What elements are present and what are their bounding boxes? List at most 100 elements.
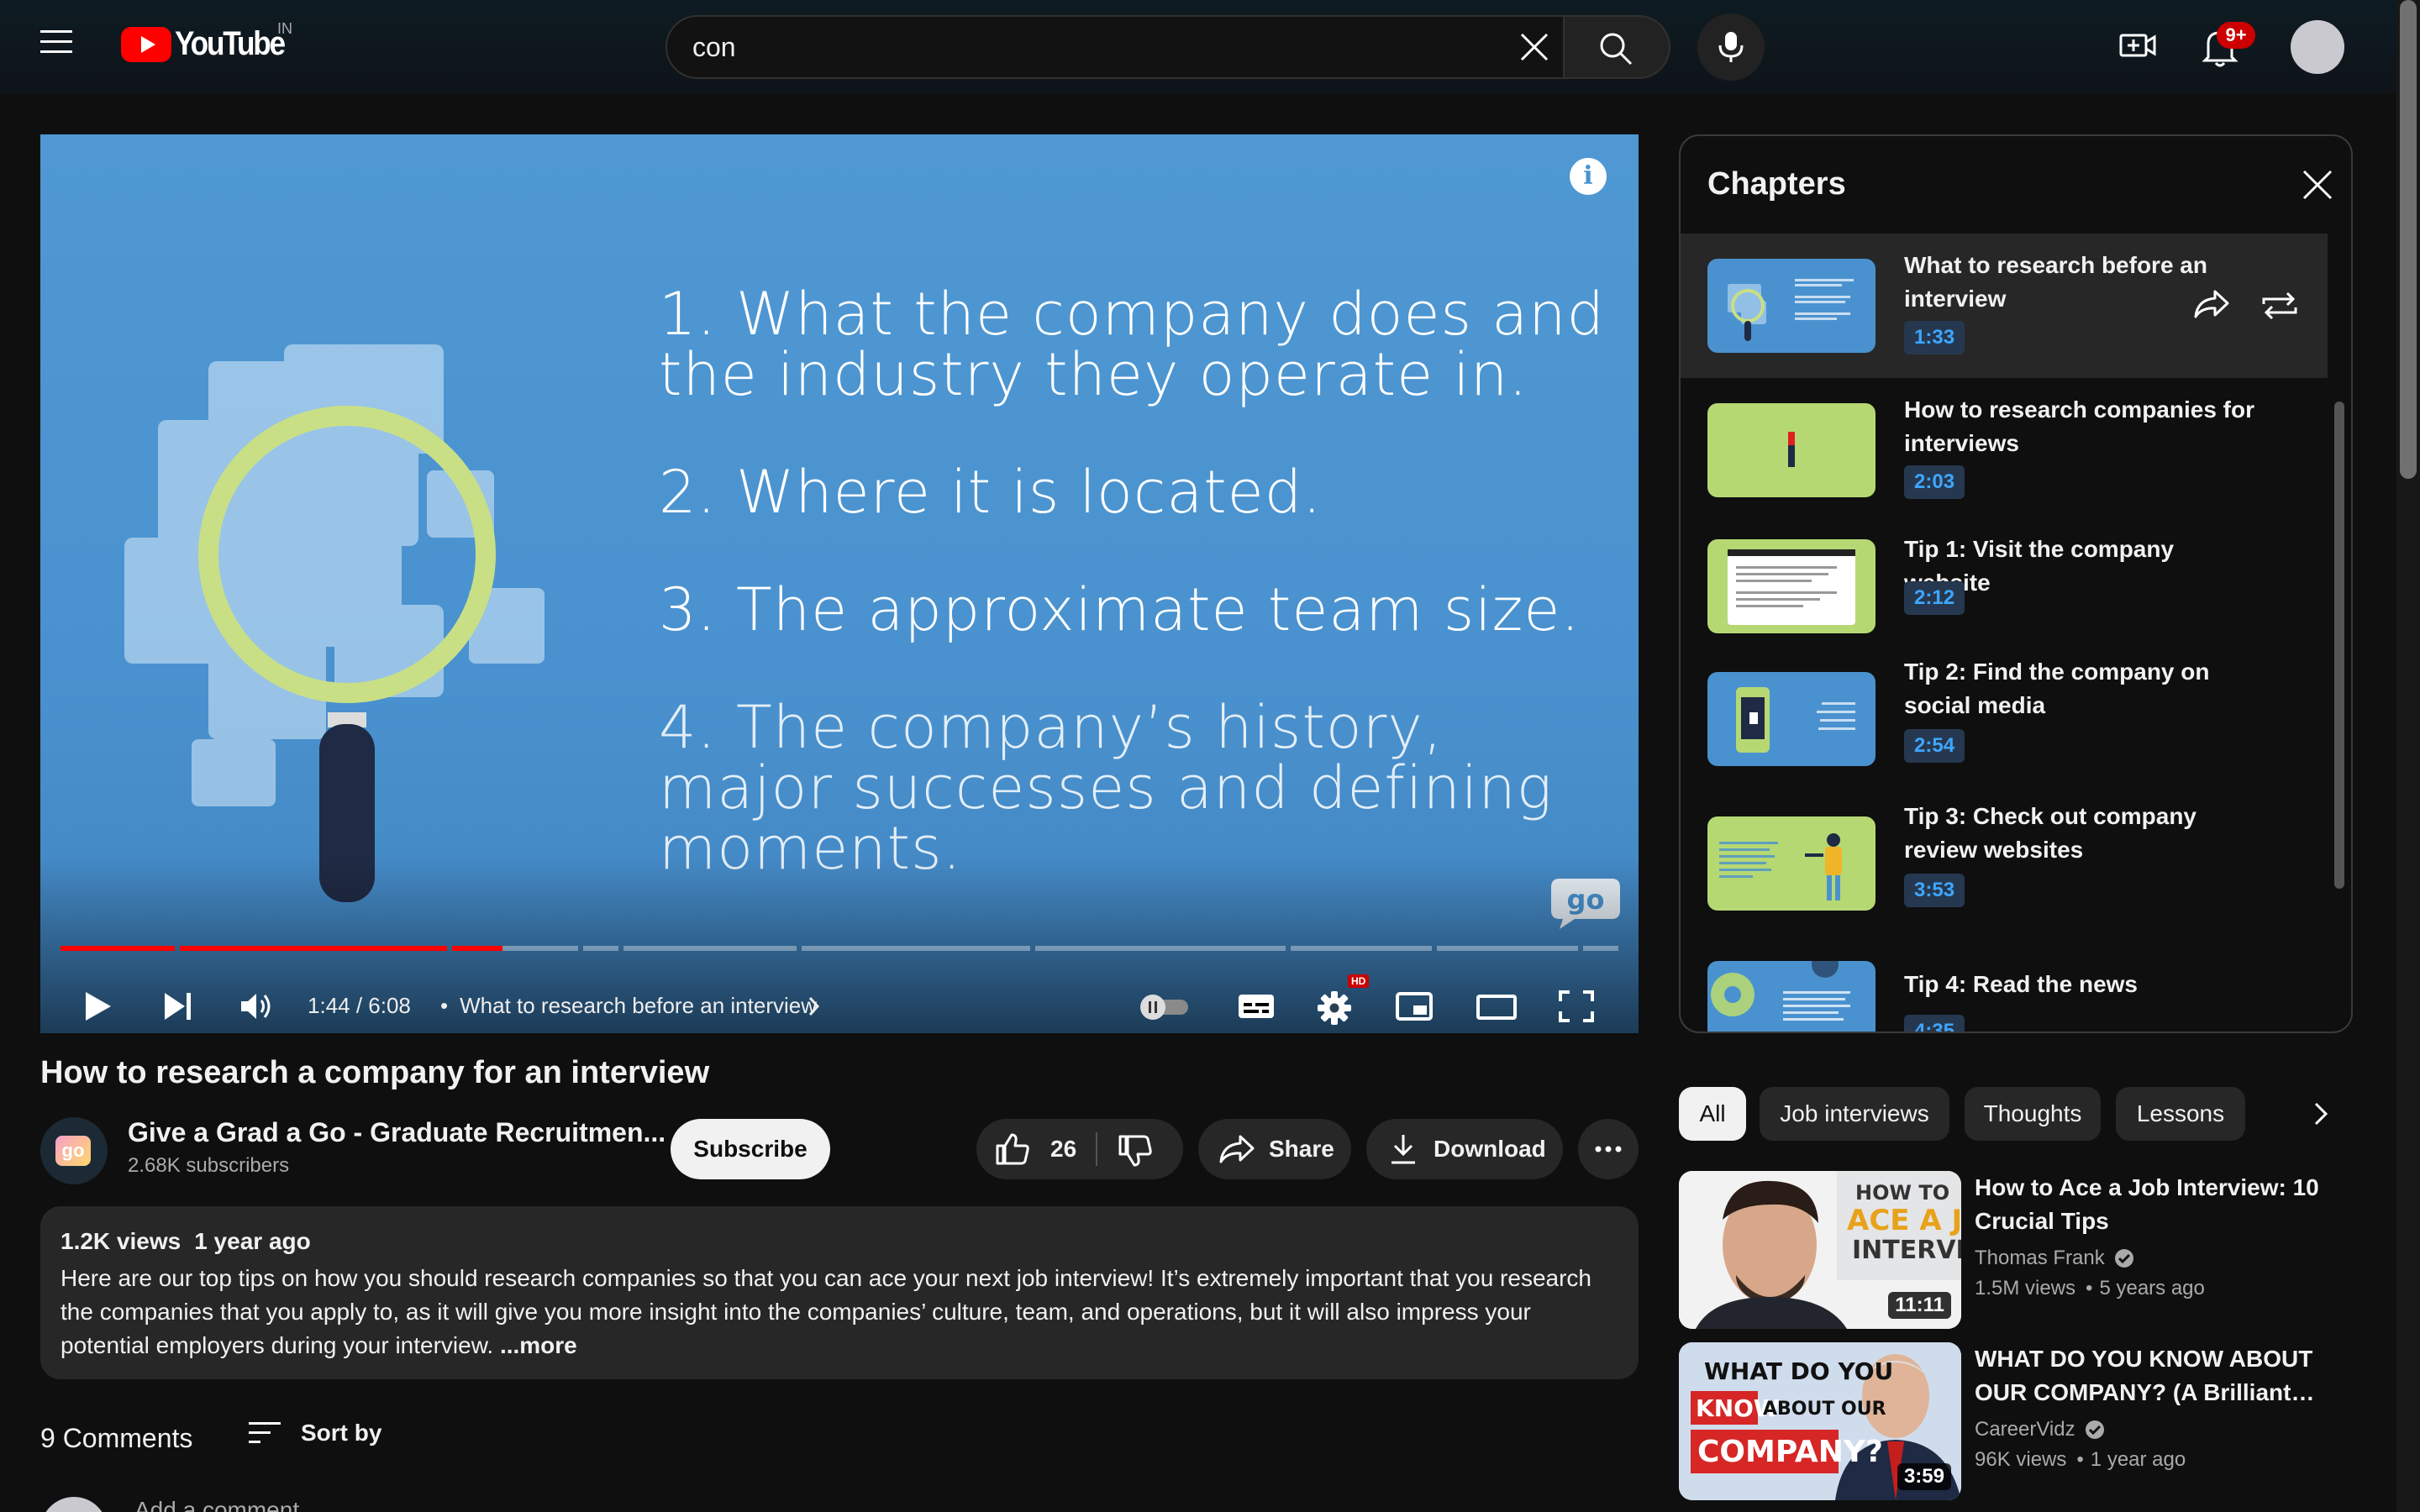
progress-bar[interactable] — [60, 946, 1618, 951]
close-chapters-icon[interactable] — [2301, 168, 2334, 202]
video-duration: 3:59 — [1897, 1463, 1951, 1490]
chapter-timestamp[interactable]: 1:33 — [1904, 321, 1965, 354]
microphone-icon — [1718, 32, 1744, 62]
channel-label: Thomas Frank — [1975, 1247, 2105, 1269]
video-player[interactable]: 1. What the company does and the industr… — [40, 134, 1639, 1033]
upload-age: 5 years ago — [2075, 1277, 2205, 1299]
clear-search-icon[interactable] — [1518, 30, 1551, 64]
chapters-title: Chapters — [1707, 166, 1846, 202]
chapter-timestamp[interactable]: 3:53 — [1904, 874, 1965, 907]
chip-thoughts[interactable]: Thoughts — [1965, 1087, 2101, 1141]
settings-button[interactable] — [1316, 990, 1353, 1026]
channel-avatar[interactable]: go — [40, 1117, 108, 1184]
search-box — [666, 15, 1565, 79]
search-input[interactable] — [692, 17, 1449, 77]
chapters-list: What to research before an interview 1:3… — [1681, 234, 2328, 1032]
create-video-button[interactable] — [2118, 25, 2158, 66]
recommended-video[interactable]: HOW TO ACE A JOB INTERVIEW 11:11 How to … — [1679, 1171, 2353, 1331]
slide-line: 2. Where it is located. — [659, 458, 1323, 527]
chapter-item[interactable]: How to research companies for interviews… — [1681, 378, 2328, 522]
fullscreen-button[interactable] — [1558, 990, 1595, 1023]
chapter-thumbnail — [1707, 403, 1876, 497]
subscriber-count: 2.68K subscribers — [128, 1154, 290, 1177]
current-chapter-label[interactable]: What to research before an interview — [440, 993, 817, 1019]
download-icon — [1392, 1135, 1415, 1164]
autoplay-toggle[interactable] — [1138, 991, 1192, 1021]
create-video-icon — [2119, 34, 2156, 57]
video-duration: 11:11 — [1888, 1292, 1951, 1319]
chapter-thumbnail — [1707, 259, 1876, 353]
page-scroll-thumb[interactable] — [2400, 0, 2417, 479]
fullscreen-icon — [1559, 990, 1594, 1022]
chapter-item[interactable]: Tip 2: Find the company on social media … — [1681, 655, 2328, 800]
account-avatar[interactable] — [2291, 20, 2344, 74]
youtube-logo[interactable]: YouTube — [121, 25, 299, 63]
volume-button[interactable] — [239, 990, 276, 1023]
next-button[interactable] — [161, 990, 195, 1023]
thumbnail-text: INTERVIEW — [1852, 1236, 1961, 1265]
description-body: Here are our top tips on how you should … — [60, 1265, 1591, 1358]
more-actions-button[interactable] — [1578, 1119, 1639, 1179]
magnifier-illustration — [124, 344, 544, 902]
recommended-video[interactable]: WHAT DO YOU KNOW ABOUT OUR COMPANY? 3:59… — [1679, 1342, 2353, 1502]
share-button[interactable]: Share — [1198, 1119, 1351, 1179]
subtitles-button[interactable] — [1237, 990, 1276, 1023]
loop-icon[interactable] — [2260, 289, 2299, 323]
chapter-timestamp[interactable]: 2:12 — [1904, 581, 1965, 615]
download-button[interactable]: Download — [1366, 1119, 1563, 1179]
voice-search-button[interactable] — [1697, 13, 1765, 81]
channel-label: CareerVidz — [1975, 1418, 2075, 1441]
chip-all[interactable]: All — [1679, 1087, 1746, 1141]
menu-icon[interactable] — [40, 29, 81, 66]
chapter-item[interactable]: Tip 4: Read the news 4:35 — [1681, 944, 2328, 1032]
chevron-right-icon[interactable] — [805, 995, 822, 1018]
slide-text: 1. What the company does and the industr… — [659, 284, 1625, 936]
chapters-scrollbar[interactable] — [2334, 402, 2344, 889]
comment-user-avatar — [40, 1497, 108, 1512]
sort-label: Sort by — [301, 1420, 382, 1446]
like-button[interactable]: 26 — [995, 1132, 1076, 1166]
info-icon[interactable]: i — [1570, 158, 1607, 195]
channel-name[interactable]: CareerVidz — [1975, 1418, 2106, 1441]
search-icon — [1600, 33, 1633, 66]
video-title: How to Ace a Job Interview: 10 Crucial T… — [1975, 1174, 2319, 1234]
volume-icon — [241, 994, 271, 1019]
search-button[interactable] — [1565, 15, 1670, 79]
chip-lessons[interactable]: Lessons — [2116, 1087, 2245, 1141]
show-more-link[interactable]: ...more — [500, 1332, 577, 1358]
miniplayer-button[interactable] — [1395, 990, 1434, 1023]
upload-age: 1 year ago — [194, 1228, 311, 1254]
chapter-item[interactable]: Tip 3: Check out company review websites… — [1681, 800, 2328, 944]
view-count: 96K views — [1975, 1448, 2067, 1471]
chapter-title: Tip 3: Check out company review websites — [1904, 803, 2196, 863]
chapter-timestamp[interactable]: 4:35 — [1904, 1015, 1965, 1032]
video-title: WHAT DO YOU KNOW ABOUT OUR COMPANY? (A B… — [1975, 1346, 2315, 1405]
verified-icon — [2114, 1249, 2133, 1268]
dislike-button[interactable] — [1118, 1134, 1153, 1168]
add-comment-input[interactable]: Add a comment... — [134, 1497, 318, 1512]
theater-mode-button[interactable] — [1476, 990, 1518, 1023]
chapter-timestamp[interactable]: 2:03 — [1904, 465, 1965, 499]
chevron-right-icon[interactable] — [2304, 1095, 2338, 1132]
chip-job-interviews[interactable]: Job interviews — [1760, 1087, 1949, 1141]
notification-badge: 9+ — [2217, 22, 2255, 49]
download-label: Download — [1434, 1136, 1546, 1162]
channel-name[interactable]: Give a Grad a Go - Graduate Recruitmen..… — [128, 1117, 666, 1148]
chapter-item[interactable]: What to research before an interview 1:3… — [1681, 234, 2328, 378]
page-scrollbar[interactable] — [2396, 0, 2420, 1512]
chapter-item[interactable]: Tip 1: Visit the company website 2:12 — [1681, 522, 2328, 655]
chapter-title: How to research companies for interviews — [1904, 396, 2255, 456]
channel-name[interactable]: Thomas Frank — [1975, 1247, 2135, 1270]
sort-comments-button[interactable]: Sort by — [249, 1420, 381, 1446]
chapter-title: Tip 4: Read the news — [1904, 971, 2138, 997]
share-icon[interactable] — [2193, 289, 2230, 319]
video-meta: 1.5M views5 years ago — [1975, 1277, 2205, 1300]
play-button[interactable] — [81, 990, 114, 1023]
thumbnail-text: HOW TO — [1855, 1181, 1949, 1205]
description-box[interactable]: 1.2K views 1 year ago Here are our top ti… — [40, 1206, 1639, 1379]
chapter-timestamp[interactable]: 2:54 — [1904, 729, 1965, 763]
comments-count: 9 Comments — [40, 1423, 193, 1453]
subscribe-button[interactable]: Subscribe — [671, 1119, 830, 1179]
slide-line: 4. The company’s history, major successe… — [659, 693, 1553, 883]
description-text: Here are our top tips on how you should … — [60, 1262, 1615, 1362]
